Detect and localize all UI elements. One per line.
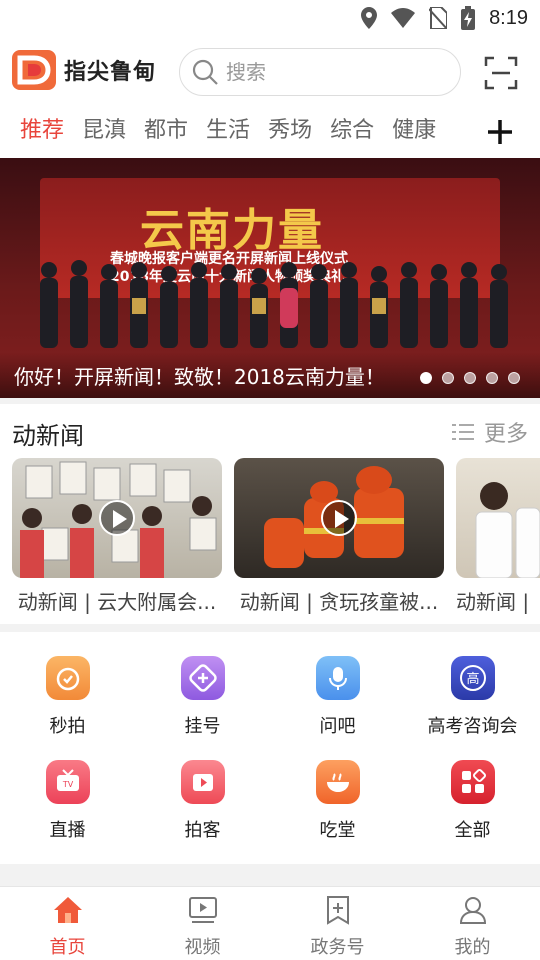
- banner-caption: 你好！开屏新闻！致敬！2018云南力量！: [14, 365, 385, 389]
- tab-city[interactable]: 都市: [144, 106, 188, 158]
- nav-profile[interactable]: 我的: [405, 887, 540, 960]
- scan-icon[interactable]: [484, 56, 518, 90]
- service-chitang[interactable]: 吃堂: [270, 760, 405, 842]
- service-label: 挂号: [184, 716, 221, 737]
- play-icon: [99, 500, 135, 536]
- battery-charging-icon: [461, 6, 476, 30]
- video-thumbnail: [456, 458, 540, 578]
- service-paike[interactable]: 拍客: [135, 760, 270, 842]
- more-link[interactable]: 更多: [451, 416, 528, 448]
- tv-icon: TV: [45, 760, 90, 804]
- tab-health[interactable]: 健康: [392, 106, 436, 158]
- nav-video[interactable]: 视频: [135, 887, 270, 960]
- grid-apps-icon: [450, 760, 495, 804]
- service-label: 高考咨询会: [427, 716, 518, 737]
- video-thumbnail: [234, 458, 444, 578]
- add-channel-icon[interactable]: [484, 116, 516, 148]
- tab-show[interactable]: 秀场: [268, 106, 312, 158]
- tab-recommend[interactable]: 推荐: [20, 106, 64, 158]
- service-wenba[interactable]: 问吧: [270, 656, 405, 738]
- stopwatch-icon: [45, 656, 90, 700]
- video-title: 动新闻 |: [456, 590, 530, 614]
- service-live[interactable]: TV 直播: [0, 760, 135, 842]
- banner-carousel[interactable]: 云南力量 春城晚报客户端更名开屏新闻上线仪式 2018年度云南十大新闻人物颁奖典…: [0, 158, 540, 398]
- service-label: 吃堂: [319, 820, 356, 841]
- gaokao-icon: 高: [450, 656, 495, 700]
- video-thumbnail: [12, 458, 222, 578]
- services-grid: 秒拍 挂号 问吧 高 高考咨询会 TV 直播 拍客 吃堂 全部: [0, 632, 540, 864]
- carousel-dot[interactable]: [508, 372, 520, 384]
- user-icon: [459, 897, 486, 924]
- nav-label: 我的: [454, 937, 491, 958]
- bowl-icon: [315, 760, 360, 804]
- doctors-image: [475, 482, 540, 578]
- banner-caption-overlay: 你好！开屏新闻！致敬！2018云南力量！: [0, 352, 540, 398]
- carousel-indicators: [420, 372, 520, 384]
- carousel-dot[interactable]: [486, 372, 498, 384]
- service-label: 问吧: [319, 716, 356, 737]
- play-icon: [321, 500, 357, 536]
- tab-life[interactable]: 生活: [206, 106, 250, 158]
- search-input[interactable]: [226, 60, 426, 84]
- service-registration[interactable]: 挂号: [135, 656, 270, 738]
- tab-kundian[interactable]: 昆滇: [82, 106, 126, 158]
- carousel-dot[interactable]: [464, 372, 476, 384]
- search-bar[interactable]: [179, 48, 461, 96]
- channel-tabs: 推荐 昆滇 都市 生活 秀场 综合 健康: [0, 106, 540, 158]
- wifi-icon: [391, 8, 416, 28]
- section-title: 动新闻: [12, 422, 84, 450]
- home-icon: [53, 897, 82, 923]
- search-icon: [192, 59, 218, 85]
- service-gaokao[interactable]: 高 高考咨询会: [405, 656, 540, 738]
- service-label: 直播: [49, 820, 86, 841]
- video-card[interactable]: 动新闻 | 贪玩孩童被...: [234, 458, 444, 615]
- video-play-icon: [180, 760, 225, 804]
- carousel-dot[interactable]: [442, 372, 454, 384]
- video-card[interactable]: 动新闻 | 云大附属会...: [12, 458, 222, 615]
- svg-text:TV: TV: [61, 780, 73, 789]
- video-icon: [188, 897, 217, 923]
- nav-label: 首页: [49, 937, 86, 958]
- location-icon: [361, 7, 378, 29]
- app-name: 指尖鲁甸: [64, 60, 157, 85]
- video-title: 动新闻 | 云大附属会...: [17, 590, 217, 614]
- nav-label: 视频: [184, 937, 221, 958]
- service-miaopai[interactable]: 秒拍: [0, 656, 135, 738]
- dong-news-section: 动新闻 更多 动新闻 | 云大附属会... 动新闻 | 贪玩孩童被... 动新闻…: [0, 404, 540, 624]
- tab-general[interactable]: 综合: [330, 106, 374, 158]
- video-card[interactable]: 动新闻 |: [456, 458, 540, 615]
- bottom-navigation: 首页 视频 政务号 我的: [0, 886, 540, 960]
- app-logo[interactable]: 指尖鲁甸: [12, 50, 156, 90]
- bookmark-plus-icon: [326, 896, 349, 925]
- status-bar: 8:19: [0, 0, 540, 38]
- status-time: 8:19: [489, 6, 528, 29]
- service-all[interactable]: 全部: [405, 760, 540, 842]
- nav-home[interactable]: 首页: [0, 887, 135, 960]
- service-label: 全部: [454, 820, 491, 841]
- svg-text:高: 高: [466, 671, 479, 687]
- video-title: 动新闻 | 贪玩孩童被...: [239, 590, 439, 614]
- nav-label: 政务号: [310, 937, 365, 958]
- list-icon: [451, 424, 474, 440]
- carousel-dot[interactable]: [420, 372, 432, 384]
- logo-mark-icon: [12, 50, 56, 90]
- plus-tag-icon: [180, 656, 225, 700]
- service-label: 拍客: [184, 820, 221, 841]
- service-label: 秒拍: [49, 716, 86, 737]
- no-sim-icon: [429, 7, 448, 29]
- more-label: 更多: [483, 422, 528, 447]
- microphone-icon: [315, 656, 360, 700]
- app-header: 指尖鲁甸: [0, 38, 540, 106]
- status-icons: 8:19: [361, 6, 528, 30]
- banner-people-image: [40, 260, 508, 348]
- nav-government[interactable]: 政务号: [270, 887, 405, 960]
